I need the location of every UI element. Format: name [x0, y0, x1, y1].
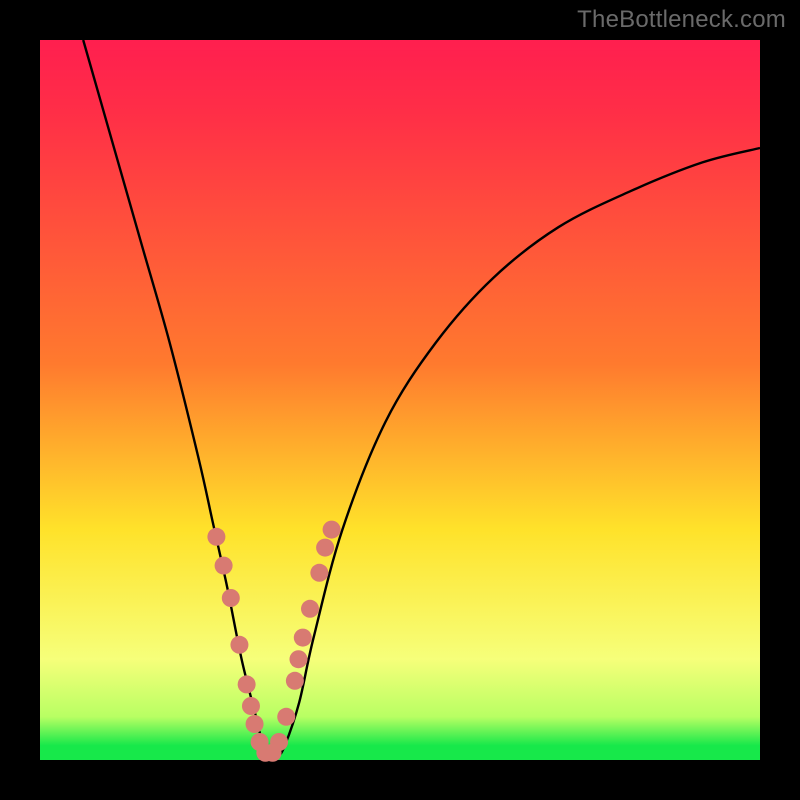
bottleneck-curve	[83, 40, 760, 758]
highlight-dot	[222, 589, 240, 607]
highlight-dot	[316, 539, 334, 557]
highlight-dot	[270, 733, 288, 751]
highlight-dot	[238, 675, 256, 693]
highlight-dots-group	[207, 521, 340, 762]
highlight-dot	[215, 557, 233, 575]
highlight-dot	[323, 521, 341, 539]
highlight-dot	[310, 564, 328, 582]
chart-frame: TheBottleneck.com	[0, 0, 800, 800]
highlight-dot	[301, 600, 319, 618]
watermark-text: TheBottleneck.com	[577, 6, 786, 34]
highlight-dot	[286, 672, 304, 690]
curve-svg	[40, 40, 760, 760]
highlight-dot	[289, 650, 307, 668]
highlight-dot	[242, 697, 260, 715]
highlight-dot	[207, 528, 225, 546]
highlight-dot	[277, 708, 295, 726]
highlight-dot	[294, 629, 312, 647]
highlight-dot	[230, 636, 248, 654]
plot-area	[40, 40, 760, 760]
highlight-dot	[246, 715, 264, 733]
